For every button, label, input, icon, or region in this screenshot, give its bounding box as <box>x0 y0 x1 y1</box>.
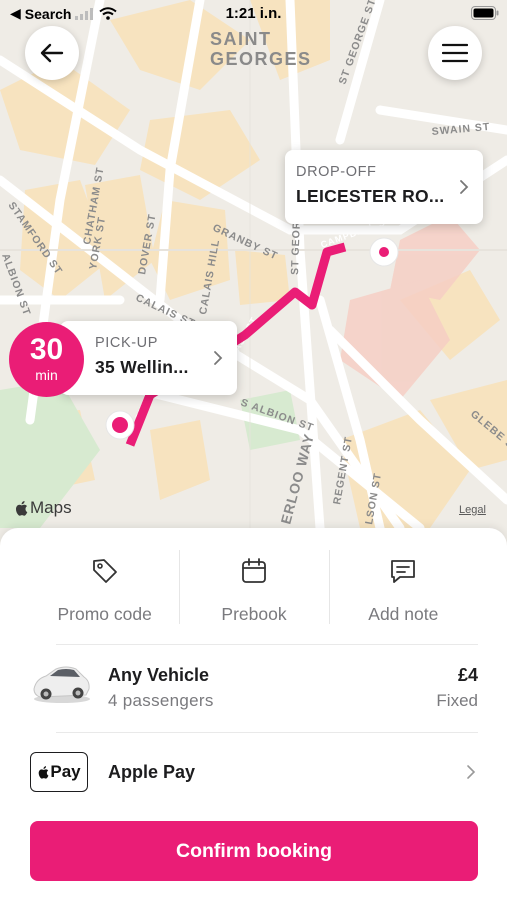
district-label-1: SAINT <box>210 29 272 49</box>
apple-pay-badge-text: Pay <box>50 762 81 781</box>
apple-logo-icon <box>39 765 49 779</box>
vehicle-passengers: 4 passengers <box>108 691 214 710</box>
legal-link[interactable]: Legal <box>459 504 486 516</box>
confirm-booking-button[interactable]: Confirm booking <box>30 821 478 881</box>
eta-unit: min <box>35 367 58 383</box>
arrow-left-icon <box>40 43 64 63</box>
calendar-icon <box>239 556 269 586</box>
chevron-right-icon <box>467 765 476 779</box>
dropoff-label: DROP-OFF <box>296 164 377 180</box>
eta-badge: 30 min <box>9 322 84 397</box>
promo-code-button[interactable]: Promo code <box>30 546 179 626</box>
vehicle-name: Any Vehicle <box>108 665 210 685</box>
status-bar: ◀ Search 1:21 i.n. <box>0 0 507 28</box>
booking-sheet: Promo code Prebook Add note Any Vehicle … <box>0 528 507 900</box>
pickup-pin <box>105 410 135 440</box>
price-type: Fixed <box>436 691 478 710</box>
street-label-12: ERLOO WAY <box>277 432 317 526</box>
tag-icon <box>90 556 120 586</box>
chevron-right-icon <box>214 351 223 365</box>
map-canvas: SAINT GEORGES SWAIN ST STAMFORD ST CHATH… <box>0 0 507 560</box>
status-time: 1:21 i.n. <box>225 5 282 22</box>
price-value: £4 <box>457 665 478 685</box>
pickup-label: PICK-UP <box>95 335 159 351</box>
menu-button[interactable] <box>428 26 482 80</box>
divider <box>179 550 180 624</box>
hamburger-menu-icon <box>442 43 468 63</box>
maps-label: Maps <box>30 498 72 517</box>
divider <box>329 550 330 624</box>
prebook-button[interactable]: Prebook <box>179 546 328 626</box>
divider <box>56 644 478 645</box>
add-note-button[interactable]: Add note <box>329 546 478 626</box>
prebook-label: Prebook <box>221 604 287 624</box>
add-note-label: Add note <box>368 604 439 624</box>
car-icon <box>33 666 90 703</box>
dropoff-pin <box>369 237 399 267</box>
maps-attribution: Maps <box>14 498 72 518</box>
battery-icon <box>471 6 499 23</box>
quick-actions: Promo code Prebook Add note <box>30 546 478 626</box>
promo-code-label: Promo code <box>57 604 152 624</box>
map-view[interactable]: SAINT GEORGES SWAIN ST STAMFORD ST CHATH… <box>0 0 507 560</box>
dropoff-address: LEICESTER RO... <box>296 186 445 206</box>
payment-method-name: Apple Pay <box>108 762 196 782</box>
chevron-right-icon <box>460 180 469 194</box>
pickup-callout[interactable]: PICK-UP 35 Wellin... <box>60 321 237 395</box>
back-button[interactable] <box>25 26 79 80</box>
apple-logo-icon <box>15 500 28 516</box>
dropoff-callout[interactable]: DROP-OFF LEICESTER RO... <box>285 150 483 224</box>
eta-value: 30 <box>29 333 64 366</box>
vehicle-row[interactable]: Any Vehicle 4 passengers £4 Fixed <box>30 653 478 713</box>
district-label-2: GEORGES <box>210 49 312 69</box>
payment-method-row[interactable]: Pay Apple Pay <box>30 750 478 794</box>
divider <box>56 732 478 733</box>
note-icon <box>388 556 418 586</box>
apple-pay-badge: Pay <box>30 752 88 792</box>
